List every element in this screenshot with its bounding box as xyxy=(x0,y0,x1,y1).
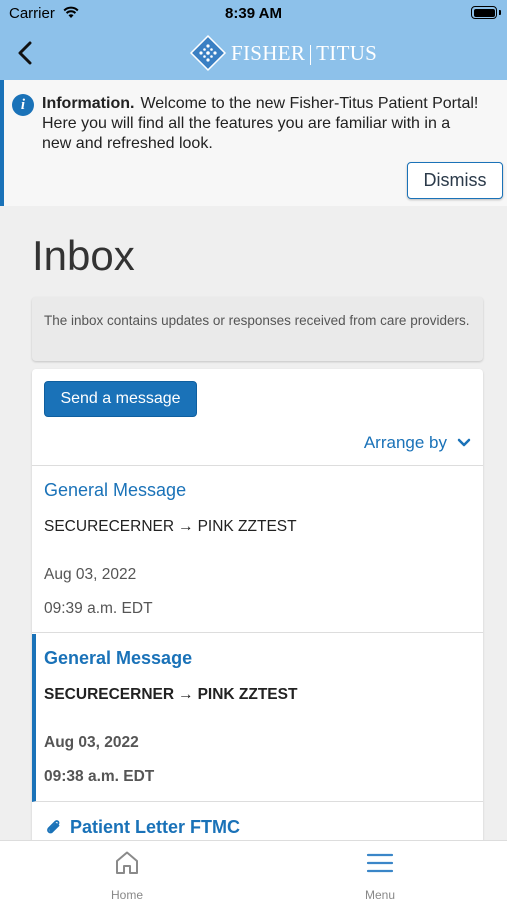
message-route: SECURECERNER → PINK ZZTEST xyxy=(44,686,298,703)
inbox-description: The inbox contains updates or responses … xyxy=(32,297,483,361)
battery-tip xyxy=(499,10,501,15)
tab-menu[interactable]: Menu xyxy=(320,849,440,900)
nav-bar: FISHER TITUS xyxy=(0,28,507,80)
page-title: Inbox xyxy=(32,232,135,279)
paperclip-icon xyxy=(47,819,60,833)
logo-diamond-icon xyxy=(189,34,227,72)
tab-menu-label: Menu xyxy=(364,888,396,900)
message-subject: Patient Letter FTMC xyxy=(44,817,240,838)
message-time: 09:38 a.m. EDT xyxy=(44,768,155,785)
clock: 8:39 AM xyxy=(225,5,282,22)
home-icon xyxy=(116,851,138,874)
back-button[interactable] xyxy=(10,38,40,68)
message-subject: General Message xyxy=(44,648,193,668)
dismiss-button[interactable]: Dismiss xyxy=(407,162,503,199)
tab-home-label: Home xyxy=(110,888,143,900)
arrange-by-dropdown[interactable]: Arrange by xyxy=(364,433,471,453)
message-route: SECURECERNER → PINK ZZTEST xyxy=(44,518,297,535)
tab-home[interactable]: Home xyxy=(67,849,187,900)
message-item[interactable]: General Message SECURECERNER → PINK ZZTEST… xyxy=(32,466,483,633)
fisher-titus-logo: FISHER TITUS xyxy=(189,32,377,74)
arrange-by-label: Arrange by xyxy=(363,433,447,452)
status-bar: Carrier 8:39 AM xyxy=(0,0,507,28)
info-banner-title: Information. xyxy=(42,95,135,112)
send-message-button[interactable]: Send a message xyxy=(44,381,197,417)
arrow-right-icon: → xyxy=(178,686,194,703)
chevron-left-icon xyxy=(18,41,32,65)
menu-icon xyxy=(366,853,394,873)
info-icon: i xyxy=(12,94,34,116)
message-date: Aug 03, 2022 xyxy=(44,734,139,751)
message-list-card: Send a message Arrange by General Messag… xyxy=(32,369,483,849)
message-subject: General Message xyxy=(44,480,187,500)
logo-text: FISHER TITUS xyxy=(231,40,378,65)
bottom-tab-bar: Home Menu xyxy=(0,840,507,900)
arrow-right-icon: → xyxy=(178,518,194,535)
battery-icon xyxy=(471,6,497,19)
message-item-unread[interactable]: General Message SECURECERNER → PINK ZZTEST… xyxy=(32,634,483,802)
info-banner-text: Information. Welcome to the new Fisher-Ti… xyxy=(42,94,482,154)
info-banner: i Information. Welcome to the new Fisher-… xyxy=(0,80,507,206)
chevron-down-icon xyxy=(457,438,471,447)
message-time: 09:39 a.m. EDT xyxy=(44,600,153,617)
message-date: Aug 03, 2022 xyxy=(44,566,137,583)
